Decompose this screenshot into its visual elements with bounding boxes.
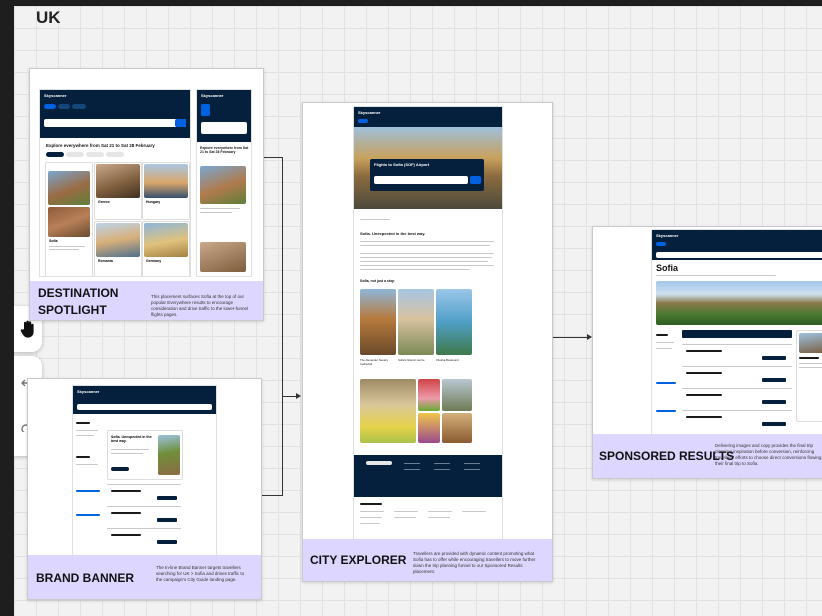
footer [354,455,502,497]
mobile-everywhere-screenshot: Skyscanner Explore everywhere from Sat 2… [196,89,252,277]
card-title: Germany [146,259,162,263]
brand-banner-title: BRAND BANNER [36,571,134,585]
whiteboard-canvas[interactable]: UK Skyscanner Explore everywhere from Sa… [14,6,822,616]
flight-search-panel[interactable]: Flights to Sofia (SOF) Airport [370,159,484,191]
board-title: UK [36,8,61,27]
tile-caption: Sofia's historic centre [398,358,425,362]
tile-caption: Vitosha Boulevard [436,358,459,362]
banner-heading: Sofia. Unexpected in the best way. [111,435,152,443]
sponsored-results-screenshot: Skyscanner Sofia [651,229,822,436]
city-explorer-frame[interactable]: Skyscanner Flights to Sofia (SOF) Airpor… [302,102,553,582]
sponsored-results-frame[interactable]: Skyscanner Sofia SPONSORED RESULTS Deliv… [592,226,822,479]
city-explorer-screenshot: Skyscanner Flights to Sofia (SOF) Airpor… [353,106,503,544]
tile-caption: The Alexander Nevsky Cathedral [360,358,388,366]
connector-line [282,396,296,397]
city-headline: Sofia. Unexpected in the best way. [360,231,426,236]
sponsored-page-title: Sofia [656,263,679,273]
card-title: Hungary [146,200,161,204]
sponsored-hero-image [656,281,822,325]
card-title: Romania [98,259,113,263]
destination-spotlight-frame[interactable]: Skyscanner Explore everywhere from Sat 2… [29,68,264,321]
connector-line [262,157,282,158]
sponsored-results-title: SPONSORED RESULTS [599,449,735,463]
brand-banner-screenshot: Skyscanner Sofia. Unexpected in the best… [72,385,217,559]
destination-spotlight-description: This placement surfaces Sofia at the top… [151,294,248,317]
city-explorer-title: CITY EXPLORER [310,553,407,567]
card-title: Greece [98,200,110,204]
arrow-head [296,393,301,399]
sponsored-ad-card[interactable] [796,330,822,422]
mobile-heading: Explore everywhere from Sat 21 to Sat 28… [200,146,249,154]
hero-title: Flights to Sofia (SOF) Airport [374,162,430,167]
desktop-everywhere-screenshot: Skyscanner Explore everywhere from Sat 2… [39,89,191,277]
connector-line [261,495,283,496]
city-explorer-description: Travellers are provided with dynamic con… [413,551,536,574]
destination-spotlight-title-line2: SPOTLIGHT [38,303,107,317]
everywhere-heading: Explore everywhere from Sat 21 to Sat 28… [46,143,155,148]
card-title: Sofia [49,239,58,243]
destination-spotlight-title-line1: DESTINATION [38,286,119,300]
brand-banner-description: The In-line Brand Banner targets travell… [156,565,245,582]
brand-banner-frame[interactable]: Skyscanner Sofia. Unexpected in the best… [27,378,262,600]
sponsored-results-description: Delivering images and copy provides the … [715,443,822,466]
connector-line [282,157,283,496]
city-subheadline: Sofia, not just a stop [360,279,395,283]
brand-banner-ad[interactable]: Sofia. Unexpected in the best way. [107,430,183,480]
connector-line [551,337,587,338]
